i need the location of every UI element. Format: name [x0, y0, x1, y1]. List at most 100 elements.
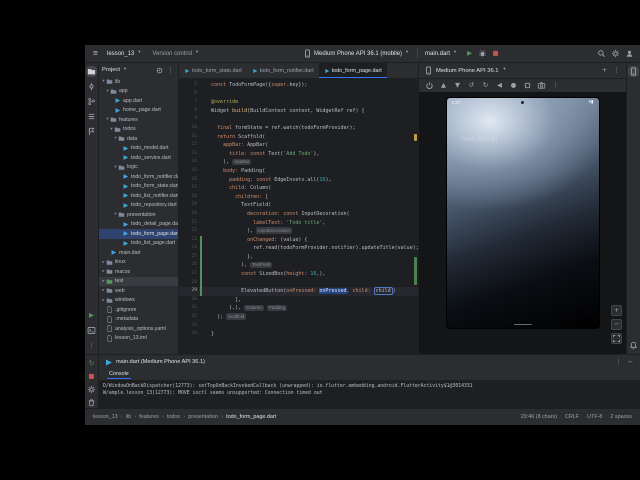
- plus-icon[interactable]: +: [611, 305, 622, 316]
- main-menu-icon[interactable]: ≡: [91, 49, 100, 58]
- back-icon[interactable]: ◀: [495, 81, 504, 90]
- code-line-32[interactable]: 32 ); Scaffold: [179, 313, 418, 322]
- locate-icon[interactable]: [155, 66, 164, 75]
- tree-item-lesson_13.iml[interactable]: lesson_13.iml: [99, 334, 178, 344]
- tree-item-todo_repository.dart[interactable]: todo_repository.dart: [99, 201, 178, 211]
- tree-item-todo_list_page.dart[interactable]: todo_list_page.dart: [99, 239, 178, 249]
- tree-item-todos[interactable]: ▾ todos: [99, 125, 178, 135]
- tree-item-todo_form_notifier.dart[interactable]: todo_form_notifier.dart: [99, 172, 178, 182]
- code-line-11[interactable]: 11 return Scaffold(: [179, 133, 418, 142]
- tree-item-logic[interactable]: ▾ logic: [99, 163, 178, 173]
- minus-icon[interactable]: −: [626, 358, 635, 367]
- code-line-7[interactable]: 7 @override: [179, 98, 418, 107]
- bug-icon[interactable]: [478, 49, 487, 58]
- code-line-24[interactable]: 24 ref.read(todoFormProvider.notifier).u…: [179, 244, 418, 253]
- running-devices-header[interactable]: Medium Phone API 36.1 ▾ + ⋮: [419, 63, 626, 79]
- home-icon[interactable]: ●: [509, 81, 518, 90]
- tree-item-todo_form_page.dart[interactable]: todo_form_page.dart: [99, 229, 178, 239]
- code-line-21[interactable]: 21 labelText: 'Todo title',: [179, 219, 418, 228]
- code-area[interactable]: 5 const TodoFormPage({super.key}); 6 7 @ov…: [179, 79, 418, 354]
- code-line-19[interactable]: 19 TextField(: [179, 201, 418, 210]
- tree-item-.gitignore[interactable]: .gitignore: [99, 305, 178, 315]
- code-line-30[interactable]: 30 ],: [179, 296, 418, 305]
- trash-icon[interactable]: [87, 398, 96, 407]
- tree-item-app[interactable]: ▾ app: [99, 87, 178, 97]
- minus-icon[interactable]: −: [611, 319, 622, 330]
- tree-item-app.dart[interactable]: app.dart: [99, 96, 178, 106]
- code-line-25[interactable]: 25 },: [179, 252, 418, 262]
- plus-icon[interactable]: +: [600, 66, 609, 75]
- tree-item-features[interactable]: ▾ features: [99, 115, 178, 125]
- play-icon[interactable]: ▶: [465, 49, 474, 58]
- tree-item-test[interactable]: ▸ test: [99, 276, 178, 286]
- gear-icon[interactable]: [611, 49, 620, 58]
- tree-item-presentation[interactable]: ▾ presentation: [99, 210, 178, 220]
- run-config-selector[interactable]: main.dart ▾: [422, 50, 461, 58]
- more-icon[interactable]: ⋮: [612, 66, 621, 75]
- tree-item-data[interactable]: ▾ data: [99, 134, 178, 144]
- status-item[interactable]: 2 spaces: [610, 414, 632, 420]
- status-item[interactable]: CRLF: [565, 414, 579, 420]
- tree-item-main.dart[interactable]: main.dart: [99, 248, 178, 258]
- commit-icon[interactable]: [87, 82, 96, 91]
- branch-icon[interactable]: [87, 97, 96, 106]
- chevron-down-icon[interactable]: ▾: [122, 67, 128, 73]
- square-icon[interactable]: [523, 81, 532, 90]
- console-tab[interactable]: Console: [107, 371, 131, 379]
- editor-tab-todo_form_notifier.dart[interactable]: todo_form_notifier.dart: [247, 63, 319, 78]
- code-line-33[interactable]: 33: [179, 322, 418, 331]
- tree-item-web[interactable]: ▸ web: [99, 286, 178, 296]
- breadcrumb-item[interactable]: lesson_13: [93, 414, 118, 420]
- search-icon[interactable]: [597, 49, 606, 58]
- editor-tab-todo_form_page.dart[interactable]: todo_form_page.dart: [318, 63, 387, 78]
- device-selector[interactable]: Medium Phone API 36.1 (mobile) ▾: [300, 48, 413, 59]
- rerun-icon[interactable]: ↻: [87, 359, 96, 368]
- tree-item-todo_form_state.dart[interactable]: todo_form_state.dart: [99, 182, 178, 192]
- camera-icon[interactable]: [537, 81, 546, 90]
- stop-icon[interactable]: ■: [87, 372, 96, 381]
- breadcrumb-item[interactable]: lib: [126, 414, 131, 420]
- code-line-20[interactable]: 20 decoration: const InputDecoration(: [179, 210, 418, 219]
- vcs-widget[interactable]: Version control ▾: [149, 50, 203, 58]
- code-line-10[interactable]: 10 final formState = ref.watch(todoFormP…: [179, 124, 418, 133]
- tree-item-macos[interactable]: ▸ macos: [99, 267, 178, 277]
- code-line-18[interactable]: 18 children: [: [179, 193, 418, 202]
- code-line-14[interactable]: 14 ), AppBar: [179, 158, 418, 167]
- tree-item-todo_model.dart[interactable]: todo_model.dart: [99, 144, 178, 154]
- tree-item-todo_list_notifier.dart[interactable]: todo_list_notifier.dart: [99, 191, 178, 201]
- more-icon[interactable]: ⋮: [166, 66, 175, 75]
- code-line-23[interactable]: 23 onChanged: (value) {: [179, 235, 418, 245]
- more-icon[interactable]: ⋮: [87, 341, 96, 350]
- breadcrumb-item[interactable]: features: [139, 414, 158, 420]
- code-line-13[interactable]: 13 title: const Text('Add Todo'),: [179, 150, 418, 159]
- tree-item-todo_service.dart[interactable]: todo_service.dart: [99, 153, 178, 163]
- code-line-15[interactable]: 15 body: Padding(: [179, 167, 418, 176]
- console-output[interactable]: D/WindowOnBackDispatcher(12773): setTopO…: [99, 381, 640, 408]
- tree-item-todo_detail_page.dart[interactable]: todo_detail_page.dart: [99, 220, 178, 230]
- gear-icon[interactable]: [87, 385, 96, 394]
- structure-icon[interactable]: [87, 112, 96, 121]
- project-widget[interactable]: lesson_13 ▾: [104, 50, 145, 58]
- breadcrumb-item[interactable]: presentation: [188, 414, 218, 420]
- code-line-8[interactable]: 8 Widget build(BuildContext context, Wid…: [179, 107, 418, 116]
- power-icon[interactable]: [425, 81, 434, 90]
- avatar-icon[interactable]: [625, 49, 634, 58]
- volume-up-icon[interactable]: ▲: [439, 81, 448, 90]
- code-line-6[interactable]: 6: [179, 90, 418, 99]
- terminal-icon[interactable]: [87, 326, 96, 335]
- code-line-34[interactable]: 34 }: [179, 330, 418, 339]
- code-line-26[interactable]: 26 ), TextField: [179, 261, 418, 271]
- code-line-16[interactable]: 16 padding: const EdgeInsets.all(16),: [179, 176, 418, 185]
- tree-item-lib[interactable]: ▾ lib: [99, 77, 178, 87]
- phone-icon[interactable]: [629, 67, 638, 76]
- code-line-28[interactable]: 28: [179, 278, 418, 288]
- breadcrumb-item[interactable]: todos: [167, 414, 180, 420]
- rotate-right-icon[interactable]: ↻: [481, 81, 490, 90]
- tree-item-windows[interactable]: ▸ windows: [99, 296, 178, 306]
- editor-tab-todo_form_state.dart[interactable]: todo_form_state.dart: [179, 63, 247, 78]
- tree-item-.metadata[interactable]: .metadata: [99, 315, 178, 325]
- status-item[interactable]: UTF-8: [587, 414, 602, 420]
- code-line-12[interactable]: 12 appBar: AppBar(: [179, 141, 418, 150]
- bell-icon[interactable]: [629, 341, 638, 350]
- code-line-29[interactable]: 29 ElevatedButton(onPressed: onPressed, …: [179, 287, 418, 296]
